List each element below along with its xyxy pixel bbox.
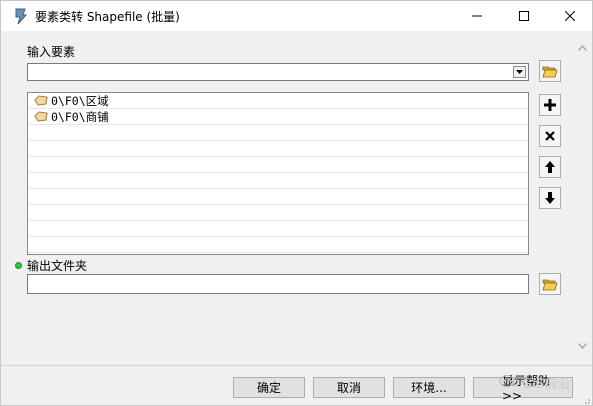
- dropdown-button[interactable]: [513, 66, 526, 78]
- remove-icon: [545, 131, 555, 141]
- minimize-button[interactable]: [454, 1, 500, 31]
- environments-button[interactable]: 环境...: [393, 377, 465, 398]
- maximize-icon: [519, 11, 529, 21]
- open-folder-icon: [542, 66, 558, 78]
- title-bar: 要素类转 Shapefile (批量): [1, 1, 592, 31]
- remove-button[interactable]: [539, 125, 561, 147]
- empty-list-row: [28, 157, 528, 173]
- empty-list-row: [28, 221, 528, 237]
- resize-grip-icon[interactable]: [581, 395, 591, 405]
- output-folder-field[interactable]: [27, 274, 529, 294]
- watermark-text: GIS前沿: [522, 376, 571, 392]
- input-features-list[interactable]: 0\F0\区域 0\F0\商铺: [27, 92, 529, 255]
- empty-list-row: [28, 125, 528, 141]
- wechat-icon: [499, 374, 515, 388]
- empty-list-row: [28, 189, 528, 205]
- empty-list-row: [28, 237, 528, 253]
- move-down-button[interactable]: [539, 187, 561, 209]
- move-up-icon: [545, 161, 555, 173]
- browse-output-button[interactable]: [539, 273, 561, 295]
- polygon-feature-icon: [34, 95, 48, 106]
- maximize-button[interactable]: [501, 1, 547, 31]
- add-button[interactable]: [539, 94, 561, 116]
- list-item-label: 0\F0\商铺: [51, 109, 109, 124]
- list-item[interactable]: 0\F0\商铺: [28, 109, 528, 125]
- minimize-icon: [472, 15, 482, 17]
- scroll-up-button[interactable]: [574, 41, 591, 55]
- arcgis-toolbox-icon: [15, 8, 28, 25]
- window-title: 要素类转 Shapefile (批量): [35, 10, 180, 24]
- list-item[interactable]: 0\F0\区域: [28, 93, 528, 109]
- output-folder-label: 输出文件夹: [27, 259, 88, 273]
- close-button[interactable]: [547, 1, 593, 31]
- empty-list-row: [28, 141, 528, 157]
- chevron-up-icon: [578, 45, 587, 51]
- open-folder-icon: [542, 279, 558, 291]
- empty-list-row: [28, 205, 528, 221]
- cancel-button[interactable]: 取消: [313, 377, 385, 398]
- input-features-combobox[interactable]: [27, 63, 529, 81]
- required-parameter-indicator: [15, 262, 22, 269]
- empty-list-row: [28, 173, 528, 189]
- polygon-feature-icon: [34, 111, 48, 122]
- vertical-scrollbar[interactable]: [574, 33, 591, 363]
- watermark: GIS前沿: [499, 371, 570, 393]
- ok-button[interactable]: 确定: [233, 377, 305, 398]
- close-icon: [565, 11, 575, 21]
- move-down-icon: [545, 192, 555, 204]
- chevron-down-icon: [516, 70, 523, 74]
- browse-input-button[interactable]: [539, 60, 561, 82]
- move-up-button[interactable]: [539, 156, 561, 178]
- footer-divider: [1, 365, 592, 366]
- scroll-down-button[interactable]: [574, 339, 591, 353]
- list-item-label: 0\F0\区域: [51, 93, 109, 108]
- add-icon: [544, 99, 556, 111]
- chevron-down-icon: [578, 343, 587, 349]
- input-features-label: 输入要素: [27, 45, 76, 59]
- tool-parameters-panel: 输入要素 0\F0\区域 0\F0\商铺 输出文件夹: [11, 33, 573, 363]
- dialog-window: 要素类转 Shapefile (批量) 输入要素 0\F0\区域 0\F0\商铺…: [0, 0, 593, 406]
